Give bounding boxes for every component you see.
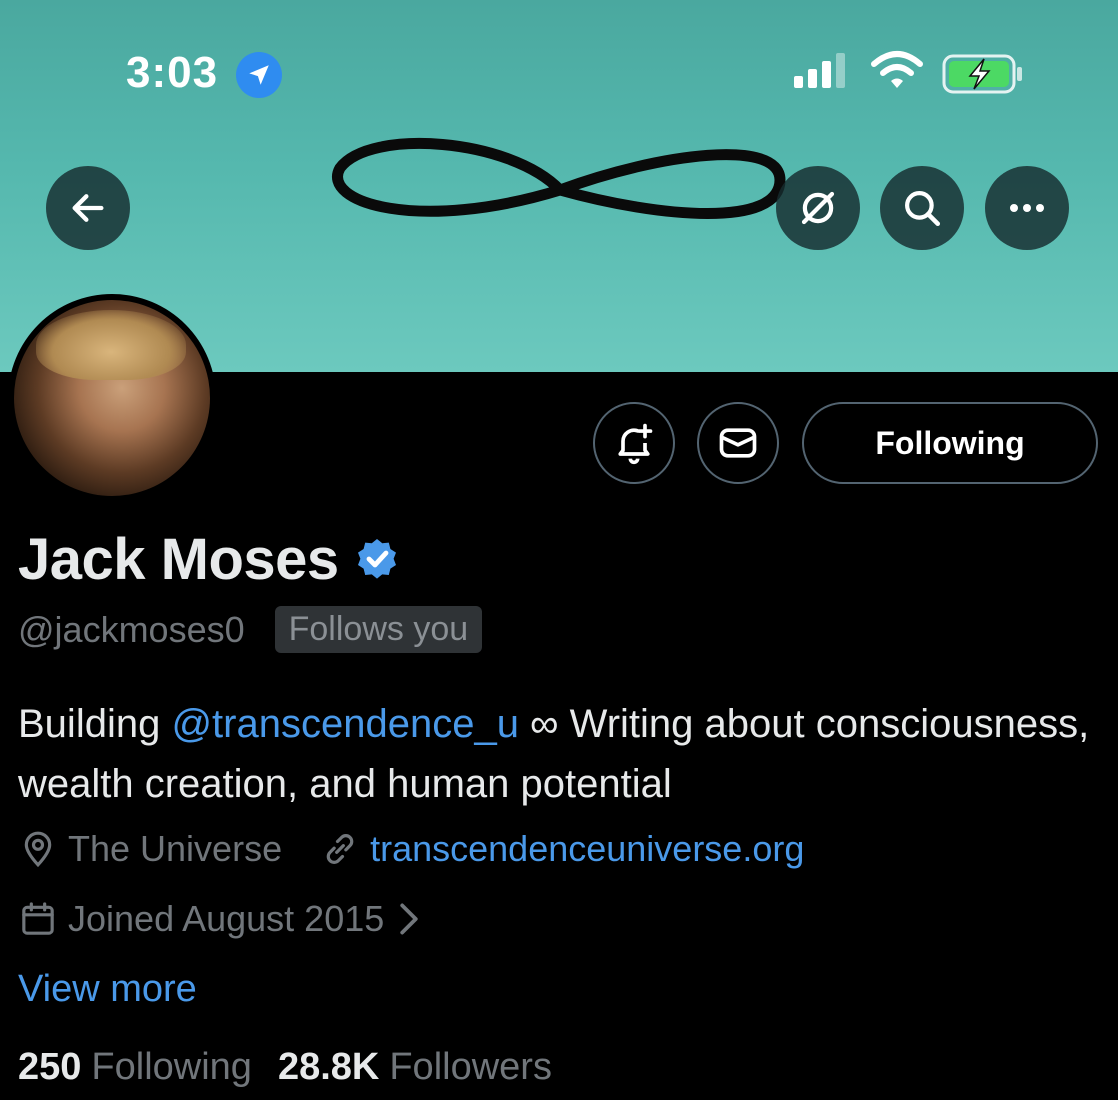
bio-mention-link[interactable]: @transcendence_u <box>171 702 519 746</box>
follows-you-badge: Follows you <box>274 606 483 653</box>
followers-count: 28.8K <box>277 1046 380 1088</box>
joined-date: Joined August 2015 <box>68 898 385 939</box>
following-label: Following <box>91 1046 252 1088</box>
profile-meta-location-row: The Universe transcendenceuniverse.org <box>18 828 804 870</box>
following-stat[interactable]: 250 Following <box>18 1046 252 1089</box>
following-count: 250 <box>18 1046 82 1088</box>
follow-stats: 250 Following 28.8K Followers <box>18 1046 552 1089</box>
profile-meta-joined-row[interactable]: Joined August 2015 <box>18 898 430 940</box>
handle-row: @jackmoses0 Follows you <box>18 606 483 653</box>
bio: Building @transcendence_u ∞ Writing abou… <box>18 694 1108 814</box>
avatar-photo <box>14 300 210 496</box>
chevron-right-icon <box>398 902 420 936</box>
bio-prefix: Building <box>18 702 172 746</box>
verified-badge-icon[interactable] <box>353 536 401 589</box>
message-icon <box>719 428 757 458</box>
location-text: The Universe <box>68 828 283 869</box>
display-name: Jack Moses <box>18 527 339 592</box>
back-button[interactable] <box>46 166 130 250</box>
location-arrow-icon <box>236 52 282 98</box>
notification-bell-plus-icon <box>618 423 653 465</box>
link-icon <box>320 829 360 869</box>
handle: @jackmoses0 <box>18 608 245 650</box>
search-button[interactable] <box>880 166 964 250</box>
status-time: 3:03 <box>126 48 219 97</box>
grok-icon <box>801 191 835 225</box>
cellular-signal-icon <box>794 52 852 95</box>
followers-stat[interactable]: 28.8K Followers <box>278 1046 552 1089</box>
name-row: Jack Moses <box>18 526 401 593</box>
notifications-button[interactable] <box>593 402 675 484</box>
avatar[interactable] <box>8 294 216 502</box>
following-button[interactable]: Following <box>802 402 1098 484</box>
more-button[interactable] <box>985 166 1069 250</box>
grok-button[interactable] <box>776 166 860 250</box>
back-arrow-icon <box>72 194 104 222</box>
view-more-link[interactable]: View more <box>18 968 197 1011</box>
battery-charging-icon <box>942 54 1026 99</box>
calendar-icon <box>18 899 58 939</box>
wifi-icon <box>870 50 924 95</box>
website-link[interactable]: transcendenceuniverse.org <box>370 828 804 870</box>
more-icon <box>1010 204 1044 212</box>
search-icon <box>905 191 941 227</box>
message-button[interactable] <box>697 402 779 484</box>
infinity-banner-graphic <box>330 128 790 243</box>
location-pin-icon <box>18 829 58 869</box>
followers-label: Followers <box>389 1046 552 1088</box>
